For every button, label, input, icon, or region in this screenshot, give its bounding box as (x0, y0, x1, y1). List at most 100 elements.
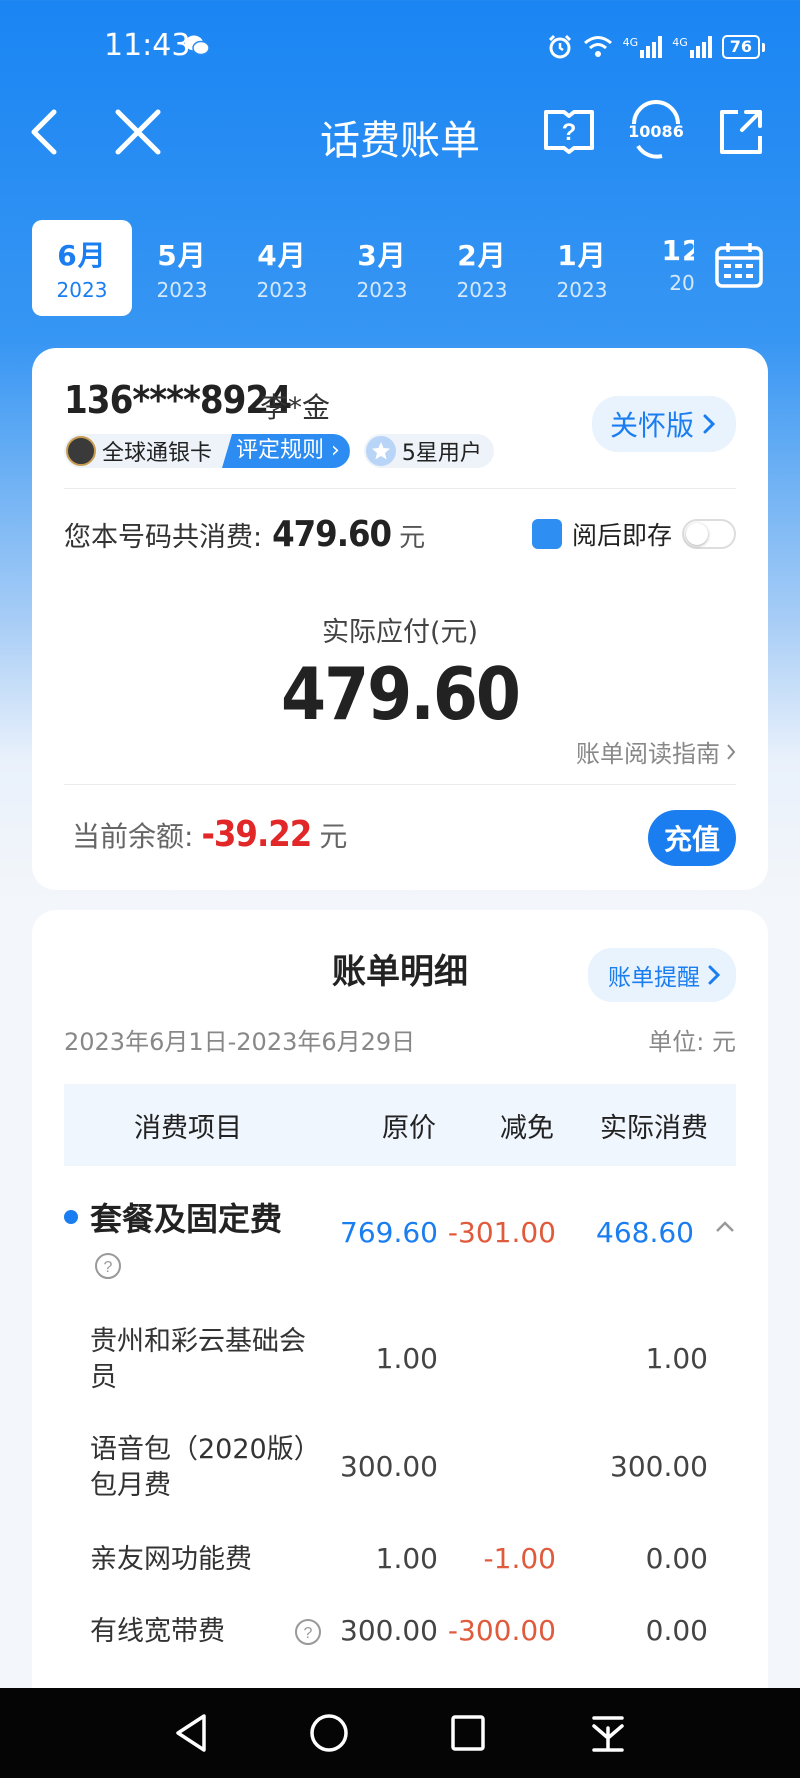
group-original-price: 769.60 (340, 1216, 438, 1249)
month-label: 6月 (57, 239, 107, 272)
status-icons: 4G 4G 76 (547, 34, 766, 60)
battery-level: 76 (729, 37, 752, 56)
item-actual: 300.00 (610, 1450, 708, 1483)
customer-service-icon[interactable]: 10086 (626, 100, 686, 160)
month-tab-4[interactable]: 2月 2023 (432, 220, 532, 316)
month-label: 3月 (357, 239, 407, 272)
month-label: 5月 (157, 239, 207, 272)
bill-guide-link[interactable]: 账单阅读指南 (576, 734, 736, 769)
year-label: 2023 (556, 278, 608, 302)
question-icon[interactable]: ? (294, 1618, 322, 1646)
column-original-price: 原价 (382, 1112, 436, 1144)
cloud-icon (531, 519, 562, 549)
month-tab-2[interactable]: 4月 2023 (232, 220, 332, 316)
wechat-icon (185, 35, 210, 56)
month-tab-1[interactable]: 5月 2023 (132, 220, 232, 316)
care-version-label: 关怀版 (609, 409, 694, 442)
member-badges: 全球通银卡 评定规则 › 5星用户 (64, 434, 494, 468)
column-discount: 减免 (500, 1112, 554, 1144)
month-tabs: 6月 2023 5月 2023 4月 2023 3月 2023 2月 2023 1月 2023 12 20 (32, 220, 694, 316)
group-actual: 468.60 (596, 1216, 694, 1249)
chevron-up-icon[interactable] (714, 1220, 736, 1234)
year-label: 2023 (256, 278, 308, 302)
group-row-package[interactable]: 套餐及固定费 ? 769.60 -301.00 468.60 (64, 1180, 736, 1290)
battery-icon: 76 (721, 35, 766, 59)
system-recents-icon[interactable] (448, 1712, 488, 1754)
bill-detail-card: 账单明细 账单提醒 2023年6月1日-2023年6月29日 单位: 元 消费项… (32, 910, 768, 1778)
card-level: 全球通银卡 (102, 441, 213, 466)
system-home-icon[interactable] (308, 1712, 350, 1754)
month-tab-0[interactable]: 6月 2023 (32, 220, 132, 316)
amount-due: 479.60 (281, 652, 521, 736)
system-nav-bar (0, 1688, 800, 1778)
item-actual: 1.00 (645, 1342, 708, 1375)
item-discount: -1.00 (483, 1542, 556, 1575)
month-tab-5[interactable]: 1月 2023 (532, 220, 632, 316)
signal-2-icon: 4G (672, 36, 712, 58)
unit-label: 单位: 元 (648, 1028, 736, 1056)
svg-text:?: ? (304, 1625, 313, 1642)
total-consumption: 您本号码共消费: 479.60 元 (64, 514, 425, 555)
item-original-price: 300.00 (340, 1614, 438, 1647)
phone-number: 136****8924 (64, 378, 292, 422)
table-row: 有线宽带费 ? 300.00 -300.00 0.00 (64, 1614, 736, 1664)
save-after-read-toggle[interactable] (682, 519, 736, 549)
bill-reminder-button[interactable]: 账单提醒 (588, 948, 736, 1002)
share-icon[interactable] (716, 106, 766, 158)
rating-rule-label: 评定规则 (236, 438, 325, 463)
care-version-button[interactable]: 关怀版 (591, 396, 736, 452)
balance-label: 当前余额: (72, 820, 194, 853)
recharge-button[interactable]: 充值 (647, 810, 736, 866)
table-row: 语音包（2020版）包月费 300.00 300.00 (64, 1432, 736, 1512)
item-original-price: 1.00 (375, 1542, 438, 1575)
help-book-icon[interactable]: ? (542, 106, 596, 158)
month-tab-3[interactable]: 3月 2023 (332, 220, 432, 316)
table-header: 消费项目 原价 减免 实际消费 (64, 1084, 736, 1166)
divider (64, 784, 736, 785)
current-balance: 当前余额: -39.22 元 (72, 814, 347, 855)
star-level: 5星用户 (401, 441, 482, 466)
account-summary-card: 136****8924 李*金 关怀版 全球通银卡 评定规则 › 5星用户 您本… (32, 348, 768, 890)
system-back-icon[interactable] (172, 1712, 212, 1754)
year-label: 2023 (156, 278, 208, 302)
item-original-price: 1.00 (375, 1342, 438, 1375)
group-dot (64, 1210, 78, 1224)
calendar-icon[interactable] (714, 240, 764, 290)
chevron-right-icon (703, 414, 716, 434)
save-after-read-label: 阅后即存 (571, 521, 672, 550)
svg-text:?: ? (104, 1259, 113, 1276)
bill-reminder-label: 账单提醒 (608, 965, 700, 991)
table-row: 亲友网功能费 1.00 -1.00 0.00 (64, 1542, 736, 1592)
item-actual: 0.00 (645, 1614, 708, 1647)
currency-unit: 元 (399, 523, 426, 553)
save-after-read: 阅后即存 (531, 516, 736, 552)
year-label: 2023 (356, 278, 408, 302)
group-discount: -301.00 (447, 1216, 556, 1249)
system-notification-pull-icon[interactable] (588, 1712, 628, 1754)
question-icon[interactable]: ? (94, 1252, 122, 1280)
amount-due-label: 实际应付(元) (321, 617, 479, 648)
account-owner: 李*金 (260, 391, 331, 424)
wifi-icon (583, 36, 612, 57)
column-item: 消费项目 (134, 1112, 242, 1144)
signal-1-icon: 4G (623, 36, 663, 58)
divider (64, 488, 736, 489)
month-label: 1月 (557, 239, 607, 272)
chevron-right-icon (708, 965, 720, 985)
month-tab-6[interactable]: 12 20 (632, 220, 694, 316)
svg-text:?: ? (562, 119, 577, 146)
card-level-badge: 全球通银卡 评定规则 › (64, 434, 350, 468)
total-consumption-amount: 479.60 (272, 514, 392, 555)
item-name: 语音包（2020版）包月费 (90, 1434, 321, 1501)
rating-rule-link[interactable]: 评定规则 › (222, 434, 350, 468)
status-time: 11:43 (104, 28, 191, 63)
month-label: 12 (661, 234, 694, 267)
network-type-1: 4G (622, 36, 639, 49)
chevron-right-icon (727, 743, 736, 760)
balance-amount: -39.22 (201, 814, 312, 855)
star-level-badge: 5星用户 (363, 434, 494, 468)
year-label: 2023 (56, 278, 108, 302)
table-row: 贵州和彩云基础会员 1.00 1.00 (64, 1324, 736, 1404)
bill-period: 2023年6月1日-2023年6月29日 (64, 1028, 416, 1056)
total-consumption-label: 您本号码共消费: (64, 522, 263, 553)
